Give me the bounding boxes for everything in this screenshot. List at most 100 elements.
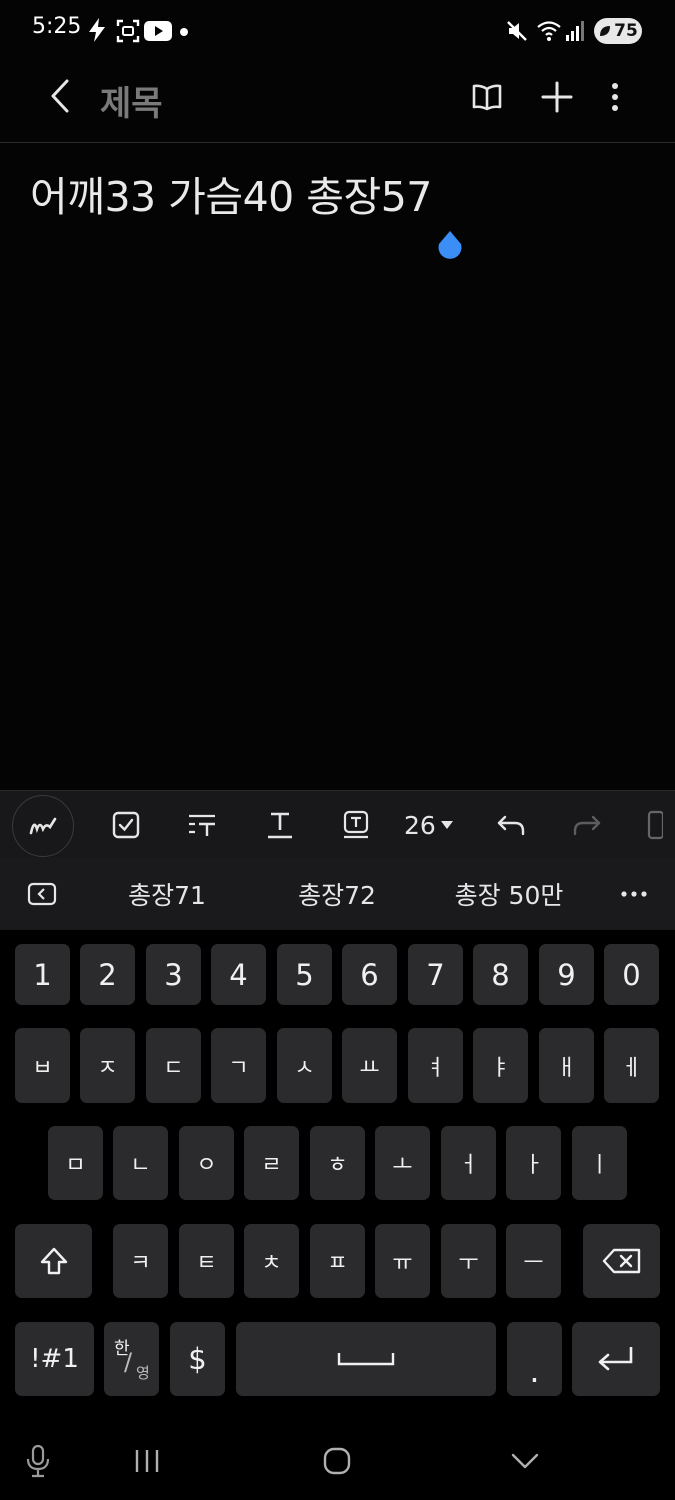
font-size-selector[interactable]: 26 (404, 791, 454, 859)
app-bar: 제목 (0, 62, 675, 143)
key-jamo[interactable]: ㅏ (506, 1126, 561, 1200)
wifi-icon (537, 21, 561, 41)
book-open-icon (472, 84, 502, 111)
checkbox-button[interactable] (96, 791, 156, 859)
key-jamo[interactable]: ㅁ (48, 1126, 103, 1200)
leaf-icon (600, 26, 611, 36)
key-jamo[interactable]: ㄴ (113, 1126, 168, 1200)
language-switch-key[interactable]: 한 / 영 (104, 1322, 159, 1396)
microphone-icon (26, 1444, 50, 1478)
key-jamo[interactable]: ㅈ (80, 1028, 135, 1103)
suggestion-item[interactable]: 총장 50만 (430, 858, 588, 930)
add-button[interactable] (536, 76, 578, 118)
suggestions-more-button[interactable] (612, 858, 656, 930)
note-body[interactable] (0, 143, 675, 790)
key-jamo[interactable]: ㅊ (244, 1224, 299, 1298)
key-jamo[interactable]: ㅋ (113, 1224, 168, 1298)
enter-arrow-icon (598, 1347, 633, 1371)
more-options-button[interactable] (598, 76, 632, 118)
home-circle-icon (323, 1447, 351, 1475)
navigation-bar (0, 1418, 675, 1500)
key-jamo[interactable]: ㅌ (179, 1224, 234, 1298)
voice-input-button[interactable] (18, 1436, 58, 1486)
suggestion-item[interactable]: 총장71 (96, 858, 238, 930)
space-key[interactable] (236, 1322, 496, 1396)
more-vertical-icon (612, 83, 618, 111)
chevron-left-box-icon (27, 882, 57, 906)
key-jamo[interactable]: ㅠ (375, 1224, 430, 1298)
recents-icon (135, 1450, 159, 1472)
battery-level: 75 (614, 21, 638, 41)
pen-mode-button[interactable] (12, 795, 74, 857)
key-jamo[interactable]: ㅕ (408, 1028, 463, 1103)
key-jamo[interactable]: ㅑ (473, 1028, 528, 1103)
key-6[interactable]: 6 (342, 944, 397, 1005)
key-5[interactable]: 5 (277, 944, 332, 1005)
home-button[interactable] (310, 1436, 364, 1486)
reading-mode-button[interactable] (466, 76, 508, 118)
key-jamo[interactable]: ㅅ (277, 1028, 332, 1103)
shift-arrow-icon (40, 1247, 67, 1275)
symbols-key[interactable]: !#1 (15, 1322, 94, 1396)
backspace-icon (602, 1248, 640, 1274)
collapse-toolbar-button[interactable] (22, 858, 62, 930)
backspace-key[interactable] (583, 1224, 660, 1298)
insert-more-button[interactable] (645, 791, 675, 859)
hide-keyboard-button[interactable] (498, 1436, 552, 1486)
recents-button[interactable] (120, 1436, 174, 1486)
key-jamo[interactable]: ㅗ (375, 1126, 430, 1200)
key-jamo[interactable]: ㄷ (146, 1028, 201, 1103)
undo-button[interactable] (481, 791, 541, 859)
key-0[interactable]: 0 (604, 944, 659, 1005)
dollar-key[interactable]: $ (170, 1322, 225, 1396)
note-text[interactable]: 어깨33 가슴40 총장57 (30, 163, 432, 223)
key-jamo[interactable]: ㅐ (539, 1028, 594, 1103)
suggestion-item[interactable]: 총장72 (266, 858, 408, 930)
key-jamo[interactable]: ㅇ (179, 1126, 234, 1200)
key-jamo[interactable]: ㄱ (211, 1028, 266, 1103)
charging-bolt-icon (89, 18, 105, 42)
screenshot-icon (116, 19, 140, 43)
back-button[interactable] (40, 76, 80, 116)
checkbox-icon (112, 811, 140, 839)
key-jamo[interactable]: ㄹ (244, 1126, 299, 1200)
signal-icon (566, 21, 584, 41)
key-8[interactable]: 8 (473, 944, 528, 1005)
key-4[interactable]: 4 (211, 944, 266, 1005)
attach-icon (647, 810, 663, 840)
text-box-icon (343, 810, 369, 839)
key-7[interactable]: 7 (408, 944, 463, 1005)
key-jamo[interactable]: ㅛ (342, 1028, 397, 1103)
redo-icon (573, 815, 601, 836)
text-box-button[interactable] (326, 791, 386, 859)
key-jamo[interactable]: ㅜ (441, 1224, 496, 1298)
key-jamo[interactable]: ㅎ (310, 1126, 365, 1200)
shift-key[interactable] (15, 1224, 92, 1298)
key-jamo[interactable]: ㅓ (441, 1126, 496, 1200)
keyboard: 1 2 3 4 5 6 7 8 9 0 ㅂ ㅈ ㄷ ㄱ ㅅ ㅛ ㅕ ㅑ ㅐ ㅔ … (0, 930, 675, 1418)
redo-button[interactable] (557, 791, 617, 859)
key-1[interactable]: 1 (15, 944, 70, 1005)
key-9[interactable]: 9 (539, 944, 594, 1005)
key-jamo[interactable]: ㅣ (572, 1126, 627, 1200)
note-title[interactable]: 제목 (100, 76, 163, 125)
mute-icon (507, 21, 527, 41)
text-underline-icon (268, 812, 292, 839)
chevron-left-icon (51, 79, 69, 113)
key-jamo[interactable]: ㅂ (15, 1028, 70, 1103)
enter-key[interactable] (572, 1322, 660, 1396)
youtube-icon (144, 21, 172, 41)
text-cursor-handle-icon[interactable] (437, 231, 463, 259)
suggestion-strip: 총장71 총장72 총장 50만 (0, 858, 675, 930)
key-jamo[interactable]: ㅍ (310, 1224, 365, 1298)
more-horizontal-icon (621, 891, 647, 897)
paragraph-style-button[interactable] (172, 791, 232, 859)
period-key[interactable]: . (507, 1322, 562, 1396)
key-3[interactable]: 3 (146, 944, 201, 1005)
handwriting-icon (29, 817, 57, 835)
text-style-button[interactable] (250, 791, 310, 859)
key-2[interactable]: 2 (80, 944, 135, 1005)
key-jamo[interactable]: ㅡ (506, 1224, 561, 1298)
key-jamo[interactable]: ㅔ (604, 1028, 659, 1103)
notification-dot-icon (180, 28, 188, 36)
